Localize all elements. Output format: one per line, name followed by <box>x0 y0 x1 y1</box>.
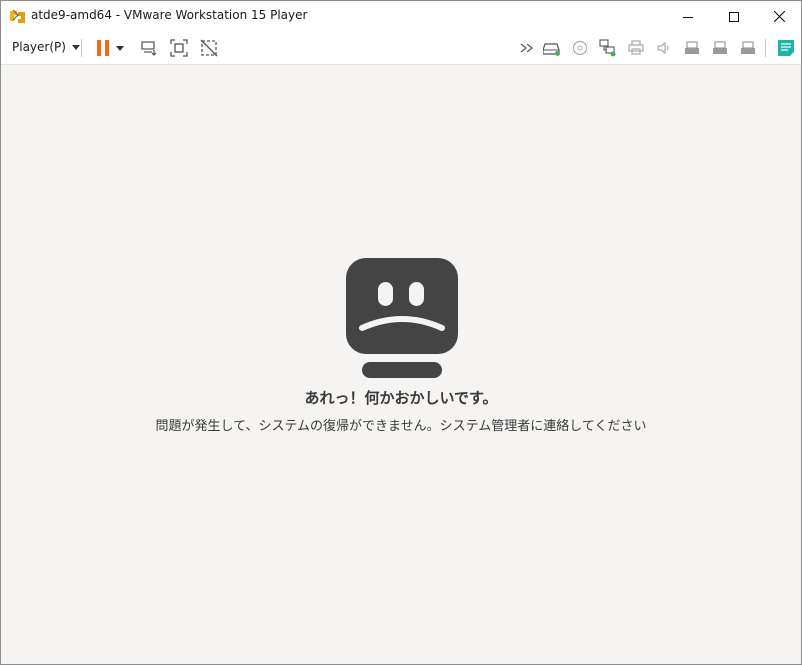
player-toolbar: Player(P) <box>1 32 801 65</box>
title-bar: atde9-amd64 - VMware Workstation 15 Play… <box>1 1 801 32</box>
usb-device-icon <box>713 41 727 54</box>
speaker-icon <box>657 41 669 55</box>
toolbar-separator <box>81 39 82 57</box>
maximize-button[interactable] <box>711 1 757 32</box>
power-options-dropdown[interactable] <box>114 38 126 58</box>
hard-disk-icon <box>543 43 560 56</box>
minimize-button[interactable] <box>665 1 711 32</box>
vmware-player-window: atde9-amd64 - VMware Workstation 15 Play… <box>0 0 802 665</box>
sound-card-device-button[interactable] <box>654 38 674 58</box>
unity-mode-button[interactable] <box>199 38 219 58</box>
usb-device-icon <box>685 41 699 54</box>
notes-icon <box>778 40 794 56</box>
close-button[interactable] <box>756 1 802 32</box>
usb-device-icon <box>741 41 755 54</box>
usb-device-button-1[interactable] <box>682 38 702 58</box>
unity-icon <box>200 39 218 57</box>
usb-device-button-3[interactable] <box>738 38 758 58</box>
player-menu-button[interactable]: Player(P) <box>12 40 80 54</box>
printer-icon <box>628 40 644 55</box>
network-icon <box>599 39 616 57</box>
player-menu-label: Player(P) <box>12 40 66 54</box>
toolbar-separator <box>765 39 766 57</box>
hard-disk-device-button[interactable] <box>542 38 562 58</box>
error-title: あれっ！何かおかしいです。 <box>304 389 498 407</box>
cd-icon <box>572 40 588 56</box>
chevron-down-icon <box>116 45 124 51</box>
double-chevron-right-icon <box>520 43 533 53</box>
window-title: atde9-amd64 - VMware Workstation 15 Play… <box>31 8 308 22</box>
printer-device-button[interactable] <box>626 38 646 58</box>
send-keys-icon <box>141 41 157 56</box>
toolbar-overflow-button[interactable] <box>517 38 537 58</box>
message-log-button[interactable] <box>776 38 796 58</box>
chevron-down-icon <box>71 44 80 50</box>
send-ctrl-alt-del-button[interactable] <box>139 38 159 58</box>
pause-button[interactable] <box>93 38 113 58</box>
full-screen-button[interactable] <box>169 38 189 58</box>
cd-dvd-device-button[interactable] <box>570 38 590 58</box>
usb-device-button-2[interactable] <box>710 38 730 58</box>
fullscreen-icon <box>170 39 188 57</box>
vm-display-area[interactable]: あれっ！何かおかしいです。 問題が発生して、システムの復帰ができません。システム… <box>1 65 801 664</box>
minimize-icon <box>683 16 693 18</box>
close-icon <box>773 11 785 22</box>
vmware-app-icon <box>10 9 25 23</box>
maximize-icon <box>729 11 739 22</box>
sad-face-icon <box>346 258 458 378</box>
network-adapter-device-button[interactable] <box>598 38 618 58</box>
pause-icon <box>97 40 109 56</box>
error-message: 問題が発生して、システムの復帰ができません。システム管理者に連絡してください <box>155 419 647 434</box>
